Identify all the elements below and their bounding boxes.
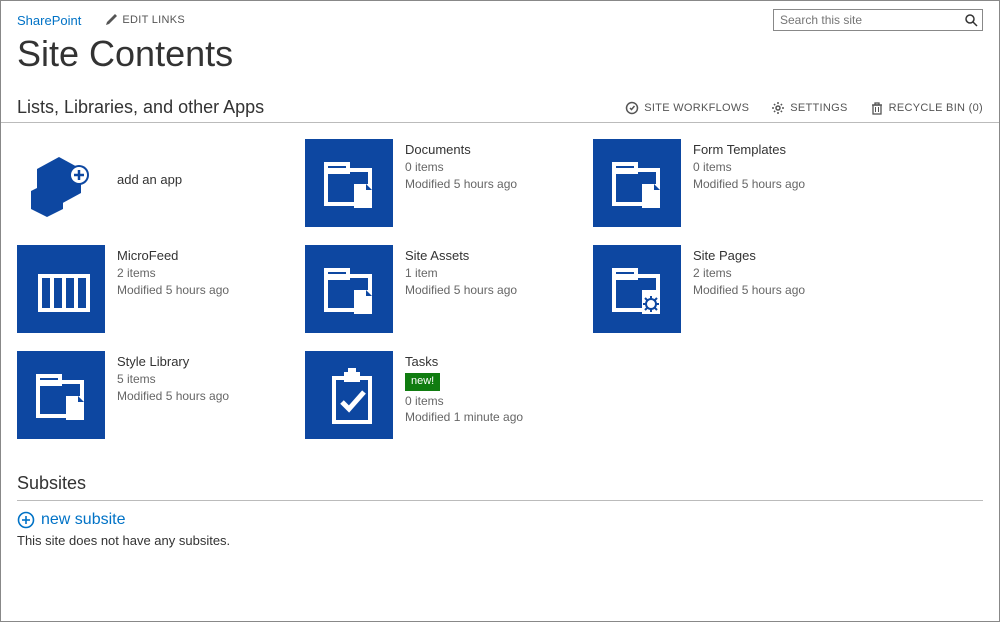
plus-circle-icon: [17, 511, 35, 529]
app-items: 2 items: [117, 265, 229, 282]
app-name: Form Templates: [693, 141, 805, 159]
doclib-gear-icon: [593, 245, 681, 333]
add-app-label: add an app: [117, 171, 182, 189]
app-modified: Modified 1 minute ago: [405, 409, 523, 426]
app-items: 0 items: [405, 159, 517, 176]
settings-link[interactable]: SETTINGS: [771, 101, 847, 115]
site-workflows-link[interactable]: SITE WORKFLOWS: [625, 101, 749, 115]
recycle-bin-link[interactable]: RECYCLE BIN (0): [870, 101, 983, 115]
app-modified: Modified 5 hours ago: [117, 282, 229, 299]
section-subsites-title: Subsites: [17, 473, 983, 501]
app-items: 1 item: [405, 265, 517, 282]
app-name: Tasks: [405, 353, 523, 371]
new-subsite-label: new subsite: [41, 511, 126, 529]
new-subsite-link[interactable]: new subsite: [17, 511, 999, 529]
section-apps-title: Lists, Libraries, and other Apps: [17, 97, 264, 118]
app-documents[interactable]: Documents 0 items Modified 5 hours ago: [299, 135, 585, 231]
app-items: 2 items: [693, 265, 805, 282]
new-badge: new!: [405, 373, 440, 390]
app-items: 0 items: [405, 393, 523, 410]
app-name: Style Library: [117, 353, 229, 371]
app-site-pages[interactable]: Site Pages 2 items Modified 5 hours ago: [587, 241, 873, 337]
add-app-icon: [17, 139, 105, 227]
sharepoint-link[interactable]: SharePoint: [17, 13, 81, 28]
search-icon[interactable]: [964, 13, 978, 27]
app-modified: Modified 5 hours ago: [405, 176, 517, 193]
app-site-assets[interactable]: Site Assets 1 item Modified 5 hours ago: [299, 241, 585, 337]
app-items: 0 items: [693, 159, 805, 176]
edit-links-label: EDIT LINKS: [122, 14, 185, 26]
edit-links-button[interactable]: EDIT LINKS: [105, 14, 185, 26]
app-style-library[interactable]: Style Library 5 items Modified 5 hours a…: [11, 347, 297, 443]
app-modified: Modified 5 hours ago: [693, 282, 805, 299]
search-input[interactable]: [778, 12, 964, 28]
app-modified: Modified 5 hours ago: [405, 282, 517, 299]
app-name: MicroFeed: [117, 247, 229, 265]
search-box[interactable]: [773, 9, 983, 31]
settings-label: SETTINGS: [790, 102, 847, 114]
gear-icon: [771, 101, 785, 115]
app-items: 5 items: [117, 371, 229, 388]
add-app-tile[interactable]: add an app: [11, 135, 297, 231]
clipboard-check-icon: [305, 351, 393, 439]
app-modified: Modified 5 hours ago: [693, 176, 805, 193]
page-title: Site Contents: [17, 33, 999, 75]
subsites-empty-message: This site does not have any subsites.: [17, 533, 983, 548]
app-tasks[interactable]: Tasks new! 0 items Modified 1 minute ago: [299, 347, 585, 443]
app-name: Site Assets: [405, 247, 517, 265]
recycle-bin-icon: [870, 101, 884, 115]
app-modified: Modified 5 hours ago: [117, 388, 229, 405]
doclib-icon: [305, 139, 393, 227]
app-form-templates[interactable]: Form Templates 0 items Modified 5 hours …: [587, 135, 873, 231]
app-microfeed[interactable]: MicroFeed 2 items Modified 5 hours ago: [11, 241, 297, 337]
pencil-icon: [105, 14, 117, 26]
workflow-icon: [625, 101, 639, 115]
doclib-icon: [17, 351, 105, 439]
doclib-icon: [305, 245, 393, 333]
doclib-icon: [593, 139, 681, 227]
app-name: Documents: [405, 141, 517, 159]
site-workflows-label: SITE WORKFLOWS: [644, 102, 749, 114]
app-name: Site Pages: [693, 247, 805, 265]
recycle-bin-label: RECYCLE BIN (0): [889, 102, 983, 114]
columns-icon: [17, 245, 105, 333]
